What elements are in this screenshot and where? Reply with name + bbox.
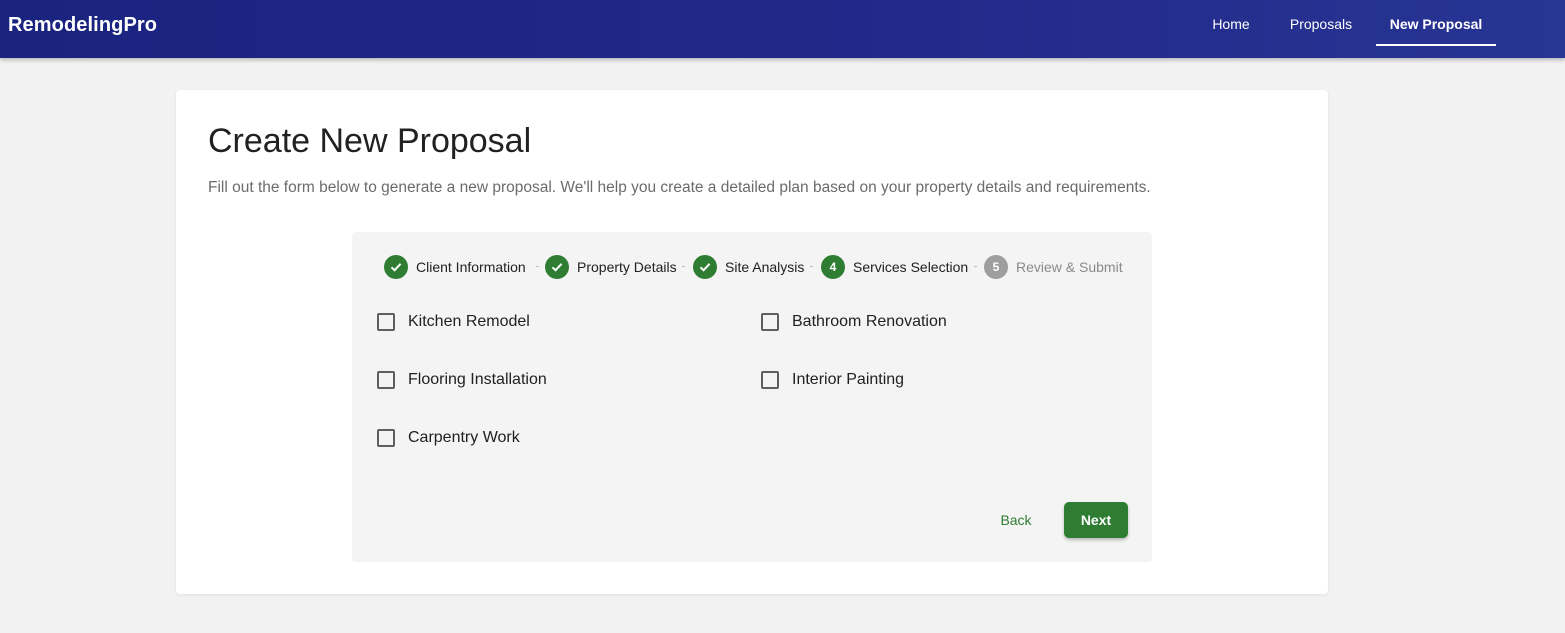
step-client-information[interactable]: Client Information: [384, 255, 526, 279]
bathroom-renovation-checkbox[interactable]: [761, 313, 779, 331]
option-label: Interior Painting: [792, 371, 905, 388]
check-icon: [693, 255, 717, 279]
step-services-selection[interactable]: 4 Services Selection: [821, 255, 968, 279]
option-carpentry-work[interactable]: Carpentry Work: [377, 426, 520, 450]
interior-painting-checkbox[interactable]: [761, 371, 779, 389]
option-label: Carpentry Work: [408, 429, 520, 446]
option-flooring-installation[interactable]: Flooring Installation: [377, 368, 547, 392]
carpentry-work-checkbox[interactable]: [377, 429, 395, 447]
option-interior-painting[interactable]: Interior Painting: [761, 368, 904, 392]
nav-new-proposal[interactable]: New Proposal: [1376, 0, 1496, 46]
step-connector: [536, 266, 539, 267]
step-connector: [974, 266, 977, 267]
nav-proposals[interactable]: Proposals: [1280, 0, 1362, 46]
page-subtitle: Fill out the form below to generate a ne…: [208, 179, 1151, 196]
check-icon: [545, 255, 569, 279]
option-bathroom-renovation[interactable]: Bathroom Renovation: [761, 310, 947, 334]
step-connector: [810, 266, 813, 267]
step-label: Site Analysis: [725, 259, 805, 275]
check-icon: [384, 255, 408, 279]
back-button[interactable]: Back: [984, 502, 1048, 538]
wizard-panel: Client Information Property Details Site…: [352, 232, 1152, 562]
option-label: Bathroom Renovation: [792, 313, 947, 330]
app-bar: RemodelingPro Home Proposals New Proposa…: [0, 0, 1565, 58]
option-label: Flooring Installation: [408, 371, 547, 388]
proposal-card: Create New Proposal Fill out the form be…: [176, 90, 1328, 594]
nav-home[interactable]: Home: [1196, 0, 1266, 46]
step-site-analysis[interactable]: Site Analysis: [693, 255, 804, 279]
page-title: Create New Proposal: [208, 122, 532, 160]
kitchen-remodel-checkbox[interactable]: [377, 313, 395, 331]
step-number-5: 5: [984, 255, 1008, 279]
step-review-submit[interactable]: 5 Review & Submit: [984, 255, 1123, 279]
option-kitchen-remodel[interactable]: Kitchen Remodel: [377, 310, 530, 334]
step-label: Client Information: [416, 259, 526, 275]
flooring-installation-checkbox[interactable]: [377, 371, 395, 389]
step-label: Services Selection: [853, 259, 969, 275]
brand-logo[interactable]: RemodelingPro: [8, 14, 157, 37]
next-button[interactable]: Next: [1064, 502, 1128, 538]
step-property-details[interactable]: Property Details: [545, 255, 677, 279]
step-label: Property Details: [577, 259, 677, 275]
step-label: Review & Submit: [1016, 259, 1123, 275]
option-label: Kitchen Remodel: [408, 313, 530, 330]
step-connector: [682, 266, 685, 267]
step-number-4: 4: [821, 255, 845, 279]
